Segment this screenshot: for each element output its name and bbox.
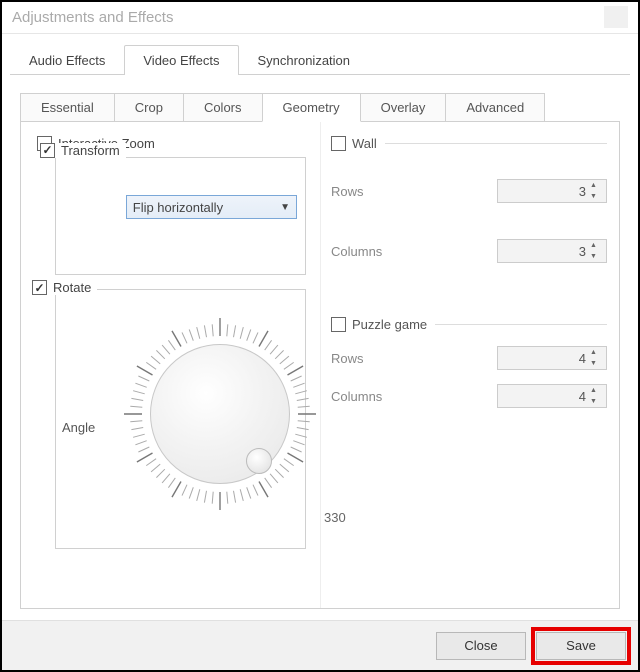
wall-checkbox[interactable] <box>331 136 346 151</box>
tab-advanced[interactable]: Advanced <box>445 93 545 122</box>
puzzle-rows-stepper[interactable]: 4 ▲ ▼ <box>497 346 607 370</box>
geometry-panel: Interactive Zoom Transform Flip horizont… <box>20 121 620 609</box>
rotate-checkbox[interactable] <box>32 280 47 295</box>
wall-rows-label: Rows <box>331 184 364 199</box>
puzzle-cols-value: 4 <box>579 389 586 404</box>
wall-label: Wall <box>352 136 377 151</box>
tab-geometry[interactable]: Geometry <box>262 93 361 122</box>
chevron-up-icon[interactable]: ▲ <box>590 387 604 394</box>
wall-rows-stepper[interactable]: 3 ▲ ▼ <box>497 179 607 203</box>
tab-essential[interactable]: Essential <box>20 93 115 122</box>
puzzle-cols-label: Columns <box>331 389 382 404</box>
transform-checkbox[interactable] <box>40 143 55 158</box>
footer: Close Save <box>2 620 638 670</box>
tab-crop[interactable]: Crop <box>114 93 184 122</box>
save-button[interactable]: Save <box>536 632 626 660</box>
puzzle-checkbox[interactable] <box>331 317 346 332</box>
transform-select[interactable]: Flip horizontally ▼ <box>126 195 297 219</box>
window-title: Adjustments and Effects <box>12 9 173 26</box>
chevron-down-icon[interactable]: ▼ <box>590 193 604 200</box>
wall-rows-value: 3 <box>579 184 586 199</box>
sub-tabs: Essential Crop Colors Geometry Overlay A… <box>20 93 620 122</box>
chevron-down-icon[interactable]: ▼ <box>590 253 604 260</box>
tab-video-effects[interactable]: Video Effects <box>124 45 238 75</box>
angle-dial[interactable]: 330 <box>120 314 320 514</box>
puzzle-label: Puzzle game <box>352 317 427 332</box>
wall-cols-value: 3 <box>579 244 586 259</box>
transform-label: Transform <box>61 143 120 158</box>
transform-value: Flip horizontally <box>133 200 223 215</box>
chevron-down-icon[interactable]: ▼ <box>590 360 604 367</box>
rotate-group: Rotate Angle 330 <box>55 289 306 549</box>
main-tabs: Audio Effects Video Effects Synchronizat… <box>2 34 638 74</box>
window-close-button[interactable] <box>604 6 628 28</box>
tab-audio-effects[interactable]: Audio Effects <box>10 45 124 75</box>
tab-synchronization[interactable]: Synchronization <box>239 45 370 75</box>
chevron-down-icon[interactable]: ▼ <box>590 398 604 405</box>
titlebar: Adjustments and Effects <box>2 2 638 34</box>
transform-group: Transform Flip horizontally ▼ <box>55 157 306 275</box>
chevron-up-icon[interactable]: ▲ <box>590 242 604 249</box>
chevron-up-icon[interactable]: ▲ <box>590 349 604 356</box>
wall-cols-label: Columns <box>331 244 382 259</box>
wall-cols-stepper[interactable]: 3 ▲ ▼ <box>497 239 607 263</box>
rotate-label: Rotate <box>53 280 91 295</box>
tab-colors[interactable]: Colors <box>183 93 263 122</box>
close-button[interactable]: Close <box>436 632 526 660</box>
dial-knob-icon <box>246 448 272 474</box>
puzzle-rows-value: 4 <box>579 351 586 366</box>
puzzle-rows-label: Rows <box>331 351 364 366</box>
angle-label: Angle <box>62 420 95 435</box>
dial-tick-label: 330 <box>324 510 346 525</box>
tab-overlay[interactable]: Overlay <box>360 93 447 122</box>
chevron-up-icon[interactable]: ▲ <box>590 182 604 189</box>
chevron-down-icon: ▼ <box>280 202 290 213</box>
puzzle-cols-stepper[interactable]: 4 ▲ ▼ <box>497 384 607 408</box>
